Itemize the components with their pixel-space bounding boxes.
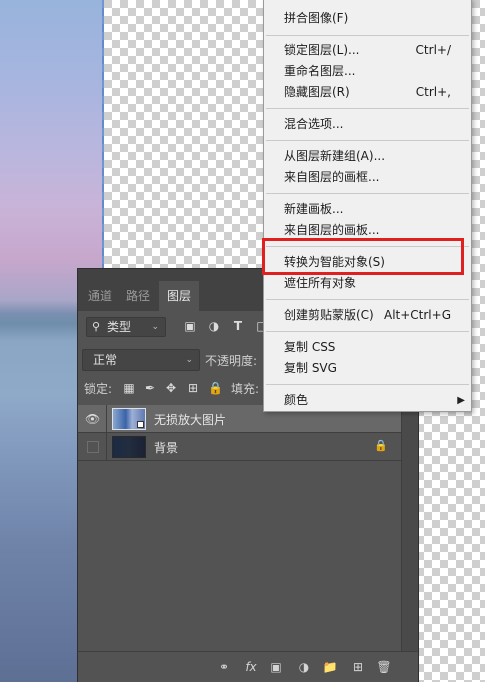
menu-item-hide-layers[interactable]: 隐藏图层(R) Ctrl+, [264, 82, 471, 103]
smart-object-badge-icon [137, 421, 144, 428]
menu-item-label: 重命名图层... [284, 64, 356, 78]
menu-item-label: 隐藏图层(R) [284, 85, 350, 99]
menu-separator [266, 384, 469, 385]
fill-label: 填充: [231, 382, 260, 396]
menu-item-label: 锁定图层(L)... [284, 43, 360, 57]
blend-mode-value: 正常 [93, 353, 118, 367]
menu-item-mask-all-objects[interactable]: 遮住所有对象 [264, 273, 471, 294]
menu-item-flatten-image[interactable]: 拼合图像(F) [264, 8, 471, 29]
adjustment-layer-icon[interactable]: ◑ [296, 659, 312, 675]
menu-item-shortcut: Ctrl+/ [415, 43, 451, 57]
type-filter-icon[interactable]: T [231, 319, 245, 333]
tab-layers[interactable]: 图层 [159, 281, 200, 311]
menu-item-label: 复制 CSS [284, 340, 336, 354]
lock-image-pixels-icon[interactable]: ✒ [143, 381, 157, 395]
menu-item-frame-from-layers[interactable]: 来自图层的画框... [264, 167, 471, 188]
menu-item-label: 遮住所有对象 [284, 276, 357, 290]
menu-separator [266, 35, 469, 36]
menu-item-label: 新建画板... [284, 202, 344, 216]
menu-item-label: 混合选项... [284, 117, 344, 131]
divider [106, 405, 107, 433]
layer-thumbnail [112, 436, 146, 458]
fx-icon[interactable]: fx [243, 659, 259, 675]
lock-label: 锁定: [84, 382, 113, 396]
menu-item-label: 创建剪贴蒙版(C) [284, 308, 374, 322]
submenu-arrow-icon: ▶ [457, 395, 465, 406]
menu-separator [266, 108, 469, 109]
layer-row-background[interactable]: 背景 🔒 [78, 433, 402, 461]
menu-item-shortcut: Alt+Ctrl+G [383, 308, 451, 322]
layers-scrollbar[interactable] [401, 405, 418, 652]
menu-separator [266, 331, 469, 332]
menu-item-label: 拼合图像(F) [284, 11, 349, 25]
menu-separator [266, 193, 469, 194]
menu-item-lock-layers[interactable]: 锁定图层(L)... Ctrl+/ [264, 40, 471, 61]
adjustment-filter-icon[interactable]: ◑ [207, 319, 221, 333]
menu-item-blending-options[interactable]: 混合选项... [264, 114, 471, 135]
chevron-down-icon: ⌄ [151, 322, 159, 332]
lock-transparent-pixels-icon[interactable]: ▦ [122, 381, 136, 395]
menu-item-group-from-layers[interactable]: 从图层新建组(A)... [264, 146, 471, 167]
layer-name: 无损放大图片 [154, 413, 227, 427]
layer-thumbnail [112, 408, 146, 430]
link-layers-icon[interactable]: ⚭ [216, 659, 232, 675]
trash-icon[interactable]: 🗑 [376, 659, 392, 675]
layer-name: 背景 [154, 441, 179, 455]
menu-item-label: 从图层新建组(A)... [284, 149, 386, 163]
menu-item-label: 颜色 [284, 393, 309, 407]
filter-kind-select[interactable]: ⚲ 类型 ⌄ [86, 317, 166, 337]
image-filter-icon[interactable]: ▣ [183, 319, 197, 333]
menu-item-shortcut: Ctrl+, [415, 85, 451, 99]
menu-item-copy-svg[interactable]: 复制 SVG [264, 358, 471, 379]
visibility-toggle-off[interactable] [87, 441, 99, 453]
layers-list: 👁 无损放大图片 背景 🔒 [78, 405, 402, 461]
search-icon: ⚲ [92, 320, 101, 333]
new-group-icon[interactable]: 📁 [322, 659, 338, 675]
blend-mode-select[interactable]: 正常 ⌄ [82, 349, 200, 371]
filter-kind-label: 类型 [107, 320, 132, 334]
lock-artboard-icon[interactable]: ⊞ [186, 381, 200, 395]
lock-icon: 🔒 [374, 439, 388, 452]
menu-item-color[interactable]: 颜色 ▶ [264, 390, 471, 411]
panel-footer: ⚭ fx ▣ ◑ 📁 ⊞ 🗑 [78, 651, 418, 682]
layer-context-menu: 拼合图像(F) 锁定图层(L)... Ctrl+/ 重命名图层... 隐藏图层(… [263, 0, 472, 412]
lock-position-icon[interactable]: ✥ [164, 381, 178, 395]
menu-item-label: 来自图层的画框... [284, 170, 380, 184]
lock-all-icon[interactable]: 🔒 [208, 381, 223, 395]
tab-channels[interactable]: 通道 [80, 281, 120, 311]
add-mask-icon[interactable]: ▣ [268, 659, 284, 675]
menu-item-create-clipping-mask[interactable]: 创建剪贴蒙版(C) Alt+Ctrl+G [264, 305, 471, 326]
menu-separator [266, 299, 469, 300]
divider [106, 433, 107, 461]
opacity-label: 不透明度: [205, 354, 258, 368]
eye-icon[interactable]: 👁 [85, 412, 100, 426]
menu-item-copy-css[interactable]: 复制 CSS [264, 337, 471, 358]
menu-item-rename-layer[interactable]: 重命名图层... [264, 61, 471, 82]
chevron-down-icon: ⌄ [185, 355, 193, 365]
new-layer-icon[interactable]: ⊞ [350, 659, 366, 675]
menu-item-new-artboard[interactable]: 新建画板... [264, 199, 471, 220]
menu-item-label: 复制 SVG [284, 361, 337, 375]
highlight-annotation-box [262, 238, 464, 275]
menu-separator [266, 140, 469, 141]
tab-paths[interactable]: 路径 [118, 281, 158, 311]
